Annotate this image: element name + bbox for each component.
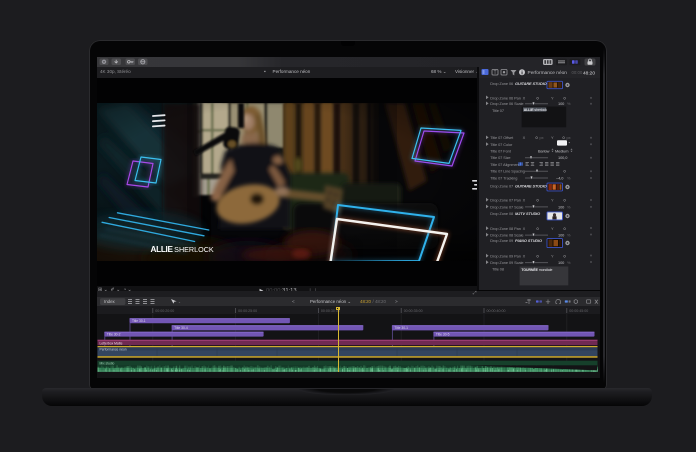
svg-text:0: 0 (564, 168, 567, 173)
svg-text:px: px (567, 135, 571, 140)
svg-text:Title 30-1: Title 30-1 (132, 319, 146, 323)
svg-text:%: % (567, 175, 571, 180)
svg-text:Drop Zone 09 Scale: Drop Zone 09 Scale (490, 260, 523, 265)
svg-text:Performance néon: Performance néon (528, 70, 568, 76)
svg-text:Title 30-1: Title 30-1 (394, 326, 408, 330)
svg-text:Y: Y (551, 226, 554, 231)
svg-text:−4,0: −4,0 (556, 175, 564, 180)
svg-text:ALLIESHERLOCK: ALLIESHERLOCK (151, 245, 214, 254)
svg-text:/ 48:20: / 48:20 (373, 299, 387, 304)
svg-text:Title 07 Color: Title 07 Color (490, 141, 513, 146)
svg-text:Barlow: Barlow (538, 148, 550, 153)
svg-text:%: % (567, 204, 571, 209)
svg-text:0: 0 (564, 95, 567, 100)
svg-text:Drop Zone 09: Drop Zone 09 (490, 238, 513, 243)
svg-text:0: 0 (564, 226, 567, 231)
svg-text:Letterbox Matte: Letterbox Matte (100, 341, 123, 345)
svg-text:%: % (567, 232, 571, 237)
svg-text:Index: Index (104, 298, 116, 303)
svg-text:Title 07 Line Spacing: Title 07 Line Spacing (490, 168, 525, 173)
svg-text:Drop Zone 07 Scale: Drop Zone 07 Scale (490, 204, 523, 209)
svg-text:GUITARE STUDIO: GUITARE STUDIO (515, 81, 547, 86)
svg-text:X: X (523, 135, 526, 140)
svg-text:<: < (292, 299, 295, 304)
svg-text:Drop Zone 08: Drop Zone 08 (490, 210, 513, 215)
svg-text:100: 100 (558, 204, 565, 209)
svg-text:GUITARE STUDIO: GUITARE STUDIO (515, 183, 547, 188)
svg-text:0: 0 (537, 95, 540, 100)
svg-text:0: 0 (537, 197, 540, 202)
svg-text:TOURNÉE mondiale: TOURNÉE mondiale (521, 267, 552, 272)
svg-text:%: % (567, 260, 571, 265)
svg-text:Title 30-2: Title 30-2 (107, 332, 121, 336)
svg-text:>: > (395, 299, 398, 304)
svg-text:Drop Zone 08 Pan: Drop Zone 08 Pan (490, 226, 521, 231)
svg-text:Title 07 Size: Title 07 Size (490, 155, 510, 160)
svg-text:Title 30-5: Title 30-5 (436, 332, 450, 336)
svg-text:0: 0 (564, 253, 567, 258)
svg-text:100: 100 (558, 232, 565, 237)
svg-text:Drop Zone 06 Scale: Drop Zone 06 Scale (490, 101, 523, 106)
svg-text:Drop Zone 08 Scale: Drop Zone 08 Scale (490, 232, 523, 237)
svg-text:0: 0 (564, 197, 567, 202)
svg-text:Drop Zone 06 Pan: Drop Zone 06 Pan (490, 95, 521, 100)
svg-text:Drop Zone 09 Pan: Drop Zone 09 Pan (490, 253, 521, 258)
svg-text:Y: Y (551, 95, 554, 100)
svg-text:0: 0 (537, 226, 540, 231)
svg-text:%: % (567, 101, 571, 106)
svg-text:0: 0 (563, 135, 566, 140)
svg-text:Performance néon: Performance néon (100, 348, 127, 352)
svg-text:Title 07: Title 07 (492, 108, 504, 113)
svg-text:Title 30-4: Title 30-4 (174, 326, 188, 330)
svg-text:Y: Y (551, 253, 554, 258)
svg-text:Title 08: Title 08 (492, 266, 504, 271)
svg-text:Y: Y (551, 135, 554, 140)
svg-text:48:20: 48:20 (583, 70, 595, 76)
svg-text:Medium: Medium (555, 148, 568, 153)
svg-text:Performance néon ⌄: Performance néon ⌄ (310, 299, 351, 304)
svg-text:PIANO STUDIO: PIANO STUDIO (515, 238, 542, 243)
svg-text:X: X (523, 226, 526, 231)
svg-text:Y: Y (551, 197, 554, 202)
svg-text:px: px (540, 135, 544, 140)
svg-text:MJTV STUDIO: MJTV STUDIO (515, 210, 540, 215)
svg-text:48:20: 48:20 (360, 299, 372, 304)
svg-text:100,0: 100,0 (558, 155, 568, 160)
svg-text:Title 07 Tracking: Title 07 Tracking (490, 175, 517, 180)
svg-text:X: X (523, 197, 526, 202)
svg-text:Drop Zone 07 Pan: Drop Zone 07 Pan (490, 197, 521, 202)
svg-text:X: X (523, 253, 526, 258)
svg-text:Title 07 Font: Title 07 Font (490, 148, 511, 153)
svg-text:100: 100 (558, 101, 565, 106)
svg-text:Mix studio: Mix studio (100, 362, 115, 366)
svg-text:ALLIE sherlock: ALLIE sherlock (524, 107, 547, 111)
svg-text:Drop Zone 07: Drop Zone 07 (490, 183, 513, 188)
svg-text:00:00: 00:00 (572, 70, 583, 75)
svg-text:Drop Zone 06: Drop Zone 06 (490, 81, 513, 86)
svg-text:Title 07 Alignment: Title 07 Alignment (490, 161, 520, 166)
svg-text:0: 0 (536, 135, 539, 140)
svg-text:X: X (523, 95, 526, 100)
svg-text:⌄: ⌄ (178, 300, 181, 304)
svg-text:Title 07 Offset: Title 07 Offset (490, 135, 514, 140)
svg-text:0: 0 (537, 253, 540, 258)
svg-text:100: 100 (558, 260, 565, 265)
svg-text:T: T (494, 70, 497, 76)
